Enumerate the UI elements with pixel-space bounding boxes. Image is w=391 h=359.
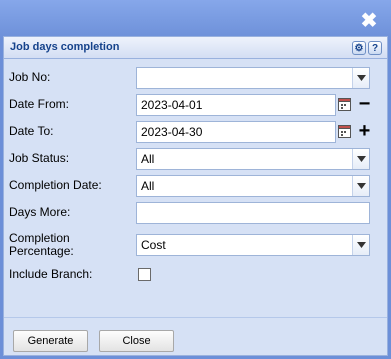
help-icon[interactable]: ? [368,41,382,55]
completion-percentage-label-line1: Completion [9,231,70,245]
date-from-value: 2023-04-01 [141,98,203,112]
include-branch-label: Include Branch: [9,267,93,281]
date-from-label: Date From: [9,97,70,111]
completion-date-row: Completion Date: All [9,175,381,197]
job-status-combo[interactable]: All [136,148,370,170]
chevron-down-icon[interactable] [352,149,369,169]
chevron-down-icon[interactable] [352,176,369,196]
completion-percentage-value: Cost [141,238,166,252]
completion-percentage-combo[interactable]: Cost [136,234,370,256]
job-no-label: Job No: [9,70,51,84]
generate-button[interactable]: Generate [13,330,88,352]
gear-icon[interactable]: ⚙ [352,41,366,55]
calendar-icon[interactable] [337,95,352,113]
completion-date-value: All [141,179,155,193]
chevron-down-icon[interactable] [352,68,369,88]
date-to-label: Date To: [9,124,54,138]
date-to-value: 2023-04-30 [141,125,203,139]
include-branch-row: Include Branch: [9,264,381,286]
completion-percentage-row: Completion Percentage: Cost [9,232,381,258]
dialog-window: ✖ Job days completion ⚙ ? Job No: Date F… [0,0,391,359]
date-from-row: Date From: 2023-04-01 − [9,94,381,116]
job-status-label: Job Status: [9,151,70,165]
date-from-field[interactable]: 2023-04-01 [136,94,336,116]
increment-date-button[interactable]: + [355,121,374,141]
completion-date-label: Completion Date: [9,178,102,192]
close-window-icon[interactable]: ✖ [358,10,380,32]
calendar-icon[interactable] [337,122,352,140]
close-button[interactable]: Close [99,330,174,352]
dialog-footer: Generate Close [4,317,387,355]
completion-percentage-label-line2: Percentage: [9,244,74,258]
date-to-row: Date To: 2023-04-30 + [9,121,381,143]
panel-title: Job days completion [10,41,120,53]
completion-date-combo[interactable]: All [136,175,370,197]
days-more-label: Days More: [9,205,71,219]
job-status-value: All [141,152,155,166]
panel-header: Job days completion ⚙ ? [4,37,387,59]
days-more-input[interactable] [136,202,370,224]
chevron-down-icon[interactable] [352,235,369,255]
decrement-date-button[interactable]: − [355,94,374,114]
include-branch-checkbox[interactable] [138,268,151,281]
completion-percentage-label: Completion Percentage: [9,232,74,258]
date-to-field[interactable]: 2023-04-30 [136,121,336,143]
job-no-row: Job No: [9,67,381,89]
job-status-row: Job Status: All [9,148,381,170]
days-more-row: Days More: [9,202,381,224]
job-days-completion-panel: Job days completion ⚙ ? Job No: Date Fro… [3,36,388,356]
job-no-combo[interactable] [136,67,370,89]
